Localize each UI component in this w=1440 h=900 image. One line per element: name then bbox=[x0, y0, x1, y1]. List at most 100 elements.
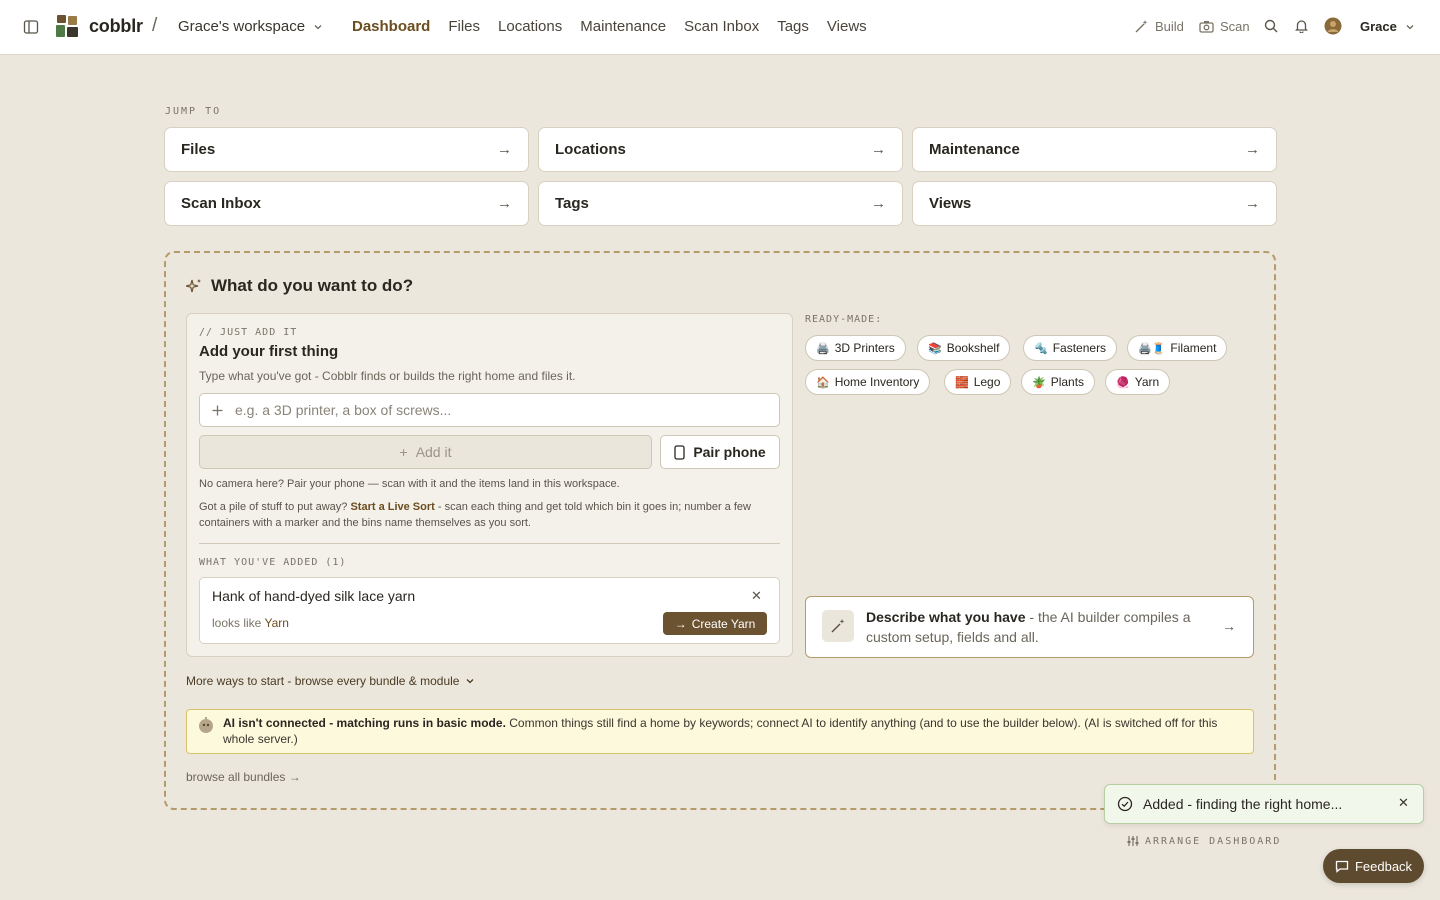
nav-maintenance[interactable]: Maintenance bbox=[580, 18, 666, 35]
chip-label: 3D Printers bbox=[834, 341, 895, 355]
add-input[interactable] bbox=[235, 402, 755, 418]
house-icon: 🏠 bbox=[816, 376, 830, 389]
plus-icon bbox=[212, 405, 223, 415]
chip-3d-printers[interactable]: 🖨️ 3D Printers bbox=[805, 335, 906, 361]
pair-phone-button[interactable]: Pair phone bbox=[660, 435, 780, 469]
add-kicker: // JUST ADD IT bbox=[199, 327, 298, 338]
magic-wand-icon bbox=[822, 610, 854, 642]
divider bbox=[199, 543, 780, 544]
create-yarn-button[interactable]: → Create Yarn bbox=[663, 612, 767, 635]
arrange-label: ARRANGE DASHBOARD bbox=[1145, 835, 1282, 847]
live-sort-link[interactable]: Start a Live Sort bbox=[350, 501, 434, 513]
robot-icon bbox=[197, 716, 215, 739]
scan-button[interactable]: Scan bbox=[1199, 19, 1250, 34]
books-icon: 📚 bbox=[928, 342, 942, 355]
chip-home-inventory[interactable]: 🏠 Home Inventory bbox=[805, 369, 931, 395]
chip-yarn[interactable]: 🧶 Yarn bbox=[1105, 369, 1171, 395]
add-description: Type what you've got - Cobblr finds or b… bbox=[199, 369, 576, 383]
add-title: Add your first thing bbox=[199, 343, 339, 360]
jump-card-label: Maintenance bbox=[929, 141, 1020, 158]
camera-icon bbox=[1199, 20, 1214, 33]
chevron-down-icon bbox=[1406, 24, 1414, 29]
panel-title: What do you want to do? bbox=[186, 276, 413, 296]
phone-icon bbox=[674, 444, 685, 460]
arrow-right-icon: → bbox=[1222, 618, 1236, 634]
live-sort-prefix: Got a pile of stuff to put away? bbox=[199, 501, 348, 513]
browse-bundles-link[interactable]: browse all bundles → bbox=[186, 770, 301, 784]
chip-label: Fasteners bbox=[1052, 341, 1107, 355]
plus-icon: + bbox=[399, 444, 408, 460]
brand-name[interactable]: cobblr bbox=[89, 16, 143, 37]
nav-views[interactable]: Views bbox=[827, 18, 867, 35]
arrange-dashboard-button[interactable]: ARRANGE DASHBOARD bbox=[1127, 835, 1281, 847]
chip-filament[interactable]: 🖨️🧵 Filament bbox=[1127, 335, 1228, 361]
close-icon[interactable]: ✕ bbox=[751, 588, 762, 604]
jump-scan-inbox[interactable]: Scan Inbox → bbox=[164, 181, 529, 226]
pair-phone-label: Pair phone bbox=[693, 444, 766, 460]
panel-title-text: What do you want to do? bbox=[211, 276, 414, 295]
jump-files[interactable]: Files → bbox=[164, 127, 529, 172]
camera-note: No camera here? Pair your phone — scan w… bbox=[199, 478, 620, 490]
jump-views[interactable]: Views → bbox=[912, 181, 1277, 226]
brick-icon: 🧱 bbox=[955, 376, 969, 389]
chip-label: Plants bbox=[1050, 375, 1085, 389]
arrow-right-icon: → bbox=[1245, 141, 1260, 158]
close-icon[interactable]: ✕ bbox=[1398, 795, 1409, 811]
nav-tags[interactable]: Tags bbox=[777, 18, 809, 35]
nav-files[interactable]: Files bbox=[448, 18, 480, 35]
search-icon[interactable] bbox=[1264, 19, 1278, 33]
jump-card-label: Views bbox=[929, 195, 972, 212]
arrow-right-icon: → bbox=[871, 141, 886, 158]
chip-bookshelf[interactable]: 📚 Bookshelf bbox=[917, 335, 1011, 361]
feedback-label: Feedback bbox=[1354, 858, 1413, 874]
sidebar-toggle-icon[interactable] bbox=[23, 19, 39, 35]
chip-fasteners[interactable]: 🔩 Fasteners bbox=[1023, 335, 1118, 361]
nav-scan-inbox[interactable]: Scan Inbox bbox=[684, 18, 759, 35]
workspace-switcher[interactable]: Grace's workspace bbox=[178, 18, 323, 35]
printer-icon: 🖨️ bbox=[816, 342, 830, 355]
chip-label: Filament bbox=[1170, 341, 1217, 355]
jump-card-label: Scan Inbox bbox=[181, 195, 262, 212]
workspace-name: Grace's workspace bbox=[178, 18, 306, 35]
chat-bubble-icon bbox=[1335, 860, 1349, 873]
feedback-button[interactable]: Feedback bbox=[1323, 849, 1424, 883]
added-item-title: Hank of hand-dyed silk lace yarn bbox=[212, 588, 416, 604]
added-item-match: looks like Yarn bbox=[212, 616, 289, 630]
add-it-button[interactable]: + Add it bbox=[199, 435, 652, 469]
toast-text: Added - finding the right home... bbox=[1143, 796, 1343, 812]
logo-icon[interactable] bbox=[56, 15, 79, 38]
ai-status-text: AI isn't connected - matching runs in ba… bbox=[223, 715, 1243, 747]
more-ways-toggle[interactable]: More ways to start - browse every bundle… bbox=[186, 674, 475, 688]
check-circle-icon bbox=[1117, 796, 1133, 817]
spool-icon: 🖨️🧵 bbox=[1138, 342, 1166, 355]
ready-made-label: READY-MADE: bbox=[805, 314, 883, 325]
nav-dashboard[interactable]: Dashboard bbox=[352, 18, 430, 35]
chip-label: Lego bbox=[973, 375, 1001, 389]
build-label: Build bbox=[1155, 19, 1184, 34]
jump-to-grid: Files → Locations → Maintenance → Scan Inbo… bbox=[164, 127, 1277, 226]
chip-label: Bookshelf bbox=[946, 341, 1000, 355]
arrow-right-icon: → bbox=[674, 616, 687, 631]
user-menu[interactable]: Grace bbox=[1360, 19, 1415, 34]
arrow-right-icon: → bbox=[1245, 195, 1260, 212]
jump-locations[interactable]: Locations → bbox=[538, 127, 903, 172]
chip-lego[interactable]: 🧱 Lego bbox=[944, 369, 1012, 395]
main-nav: Dashboard Files Locations Maintenance Sc… bbox=[352, 18, 867, 35]
ai-status-bold: AI isn't connected - matching runs in ba… bbox=[223, 716, 506, 730]
matched-category: Yarn bbox=[264, 616, 289, 630]
arrow-right-icon: → bbox=[497, 141, 512, 158]
scan-label: Scan bbox=[1220, 19, 1250, 34]
build-button[interactable]: Build bbox=[1134, 19, 1184, 34]
yarn-icon: 🧶 bbox=[1116, 376, 1130, 389]
jump-tags[interactable]: Tags → bbox=[538, 181, 903, 226]
avatar[interactable] bbox=[1324, 17, 1342, 35]
nav-locations[interactable]: Locations bbox=[498, 18, 562, 35]
add-input-field[interactable] bbox=[199, 393, 780, 427]
bell-icon[interactable] bbox=[1295, 19, 1308, 33]
sliders-icon bbox=[1127, 836, 1139, 846]
chevron-down-icon bbox=[314, 24, 322, 29]
jump-maintenance[interactable]: Maintenance → bbox=[912, 127, 1277, 172]
chip-plants[interactable]: 🪴 Plants bbox=[1021, 369, 1096, 395]
create-label: Create Yarn bbox=[691, 616, 756, 631]
plant-icon: 🪴 bbox=[1032, 376, 1046, 389]
